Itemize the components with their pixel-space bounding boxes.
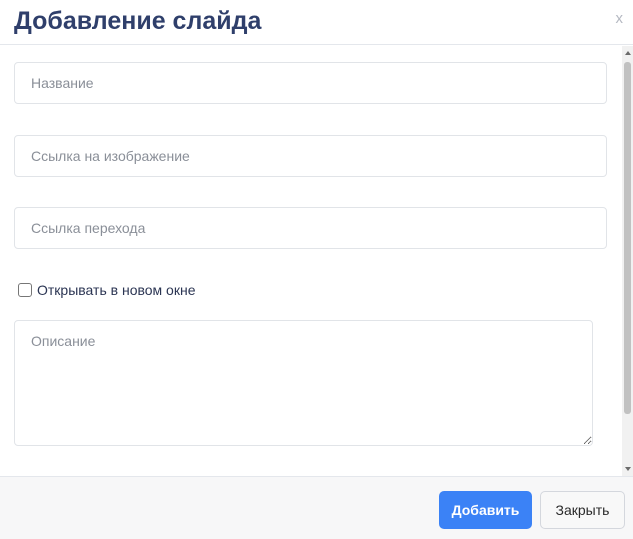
add-button[interactable]: Добавить (439, 491, 532, 529)
scroll-down-arrow-icon[interactable] (625, 467, 631, 471)
modal-footer: Добавить Закрыть (0, 476, 633, 539)
scrollbar-thumb[interactable] (624, 62, 631, 414)
new-window-label: Открывать в новом окне (37, 282, 196, 298)
modal-scrollbar[interactable] (622, 46, 633, 476)
close-icon[interactable]: x (616, 10, 624, 28)
modal-header: Добавление слайда x (0, 0, 633, 45)
close-button[interactable]: Закрыть (540, 491, 625, 529)
target-link-input[interactable] (14, 207, 607, 249)
slide-name-input[interactable] (14, 62, 607, 104)
image-link-input[interactable] (14, 135, 607, 177)
description-textarea[interactable] (14, 320, 593, 446)
modal-body: Открывать в новом окне (0, 46, 622, 476)
new-window-option[interactable]: Открывать в новом окне (18, 281, 195, 299)
modal-title: Добавление слайда (14, 7, 262, 35)
scroll-up-arrow-icon[interactable] (625, 51, 631, 55)
new-window-checkbox[interactable] (18, 283, 32, 297)
add-slide-modal: Добавление слайда x Открывать в новом ок… (0, 0, 633, 539)
